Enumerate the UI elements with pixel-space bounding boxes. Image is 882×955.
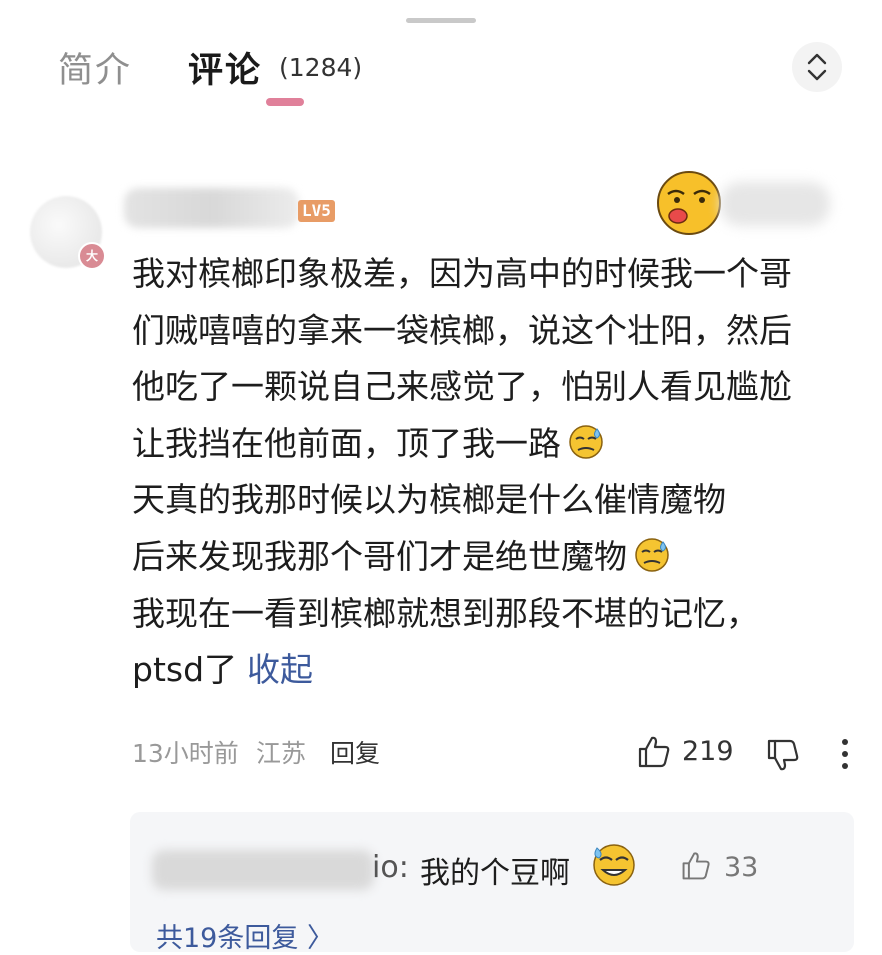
reply-username-blurred[interactable] <box>152 850 374 890</box>
comment-line-with-emoji: 让我挡在他前面，顶了我一路 <box>132 416 852 473</box>
comment-text: 我对槟榔印象极差，因为高中的时候我一个哥 们贼嘻嘻的拿来一袋槟榔，说这个壮阳，然… <box>132 246 852 699</box>
comment-line: 们贼嘻嘻的拿来一袋槟榔，说这个壮阳，然后 <box>132 310 792 350</box>
sweat-emoji-icon <box>633 535 671 592</box>
comment-line: 我现在一看到槟榔就想到那段不堪的记忆， <box>132 593 759 633</box>
thumbs-up-icon[interactable] <box>680 850 712 886</box>
comment-line-with-link: ptsd了 收起 <box>132 642 852 699</box>
comment-line: 让我挡在他前面，顶了我一路 <box>132 423 561 463</box>
avatar-badge: 大 <box>78 242 106 270</box>
comment-location: 江苏 <box>256 739 307 768</box>
thumbs-down-icon[interactable] <box>765 737 801 777</box>
like-count: 219 <box>682 736 734 767</box>
reply-button[interactable]: 回复 <box>330 734 380 770</box>
comment-line: 他吃了一颗说自己来感觉了，怕别人看见尴尬 <box>132 367 792 407</box>
sort-button[interactable] <box>792 42 842 92</box>
comment-line: 后来发现我那个哥们才是绝世魔物 <box>132 536 627 576</box>
more-replies-link[interactable]: 共19条回复 〉 <box>156 916 334 955</box>
face-sticker-icon <box>656 170 722 240</box>
reply-like-count: 33 <box>724 852 759 883</box>
tab-intro[interactable]: 简介 <box>58 42 132 93</box>
reply-username-tail: io: <box>372 850 409 885</box>
sort-updown-icon <box>807 53 827 81</box>
more-vertical-icon[interactable] <box>840 738 850 774</box>
active-tab-indicator <box>266 98 304 106</box>
collapse-link[interactable]: 收起 <box>247 650 313 689</box>
comment-line: 我对槟榔印象极差，因为高中的时候我一个哥 <box>132 254 792 293</box>
sweat-emoji-icon <box>590 840 638 892</box>
pendant-blurred <box>720 182 830 226</box>
thumbs-up-icon[interactable] <box>636 734 672 774</box>
tab-comments[interactable]: 评论 <box>188 42 262 93</box>
comments-count: (1284) <box>279 53 363 82</box>
username-blurred[interactable] <box>124 188 299 228</box>
level-badge: LV5 <box>298 200 335 222</box>
comment-line-with-emoji: 后来发现我那个哥们才是绝世魔物 <box>132 529 852 586</box>
comment-line: ptsd了 <box>132 650 238 690</box>
comment-line: 天真的我那时候以为槟榔是什么催情魔物 <box>132 480 726 520</box>
comment-time: 13小时前 <box>132 739 239 768</box>
sweat-emoji-icon <box>567 422 605 479</box>
reply-text: 我的个豆啊 <box>420 856 570 891</box>
drag-handle[interactable] <box>406 18 476 23</box>
